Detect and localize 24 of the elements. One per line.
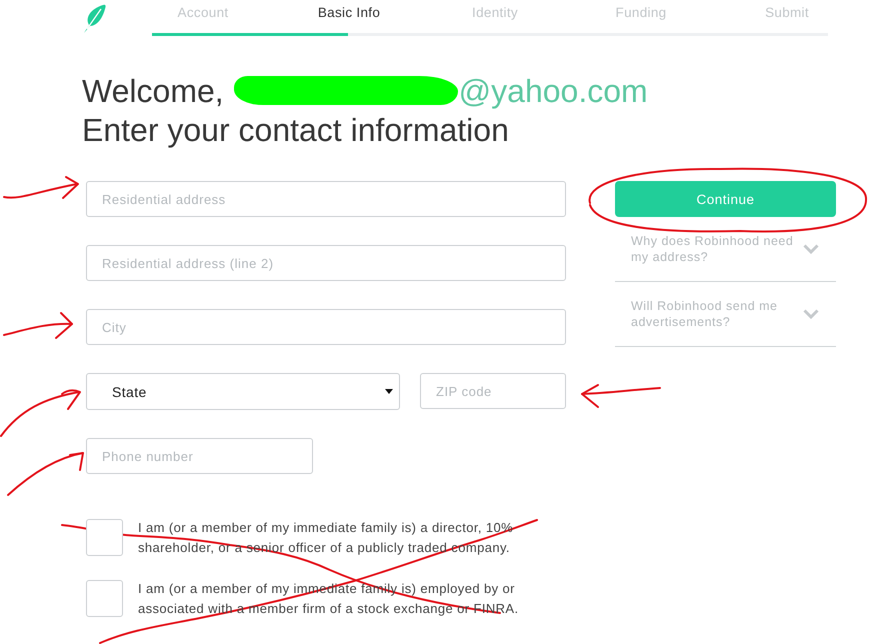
continue-button[interactable]: Continue <box>615 181 836 217</box>
step-tab[interactable]: Account <box>178 0 228 22</box>
caret-icon <box>385 389 393 394</box>
state-select[interactable]: State <box>86 373 400 410</box>
input-field[interactable]: Phone number <box>86 438 313 474</box>
faq-question: Why does Robinhood need my address? <box>631 233 794 265</box>
checkbox[interactable] <box>86 519 123 556</box>
faq-item[interactable]: Will Robinhood send me advertisements? <box>615 282 836 347</box>
input-field[interactable]: ZIP code <box>420 373 566 409</box>
input-field[interactable]: Residential address (line 2) <box>86 245 566 281</box>
faq-question: Will Robinhood send me advertisements? <box>631 298 778 330</box>
step-tab[interactable]: Submit <box>765 0 809 22</box>
faq-item[interactable]: Why does Robinhood need my address? <box>615 217 836 282</box>
step-tab[interactable]: Funding <box>616 0 666 22</box>
page-subtitle: Enter your contact information <box>82 111 509 150</box>
input-field[interactable]: City <box>86 309 566 345</box>
checkbox[interactable] <box>86 580 123 617</box>
input-field[interactable]: Residential address <box>86 181 566 217</box>
feather-icon <box>82 4 106 34</box>
step-tab[interactable]: Basic Info <box>318 0 380 22</box>
email-domain-text: @yahoo.com <box>458 73 648 109</box>
step-tab[interactable]: Identity <box>472 0 518 22</box>
annotation-arrow <box>3 312 73 339</box>
welcome-text: Welcome, <box>82 73 224 109</box>
